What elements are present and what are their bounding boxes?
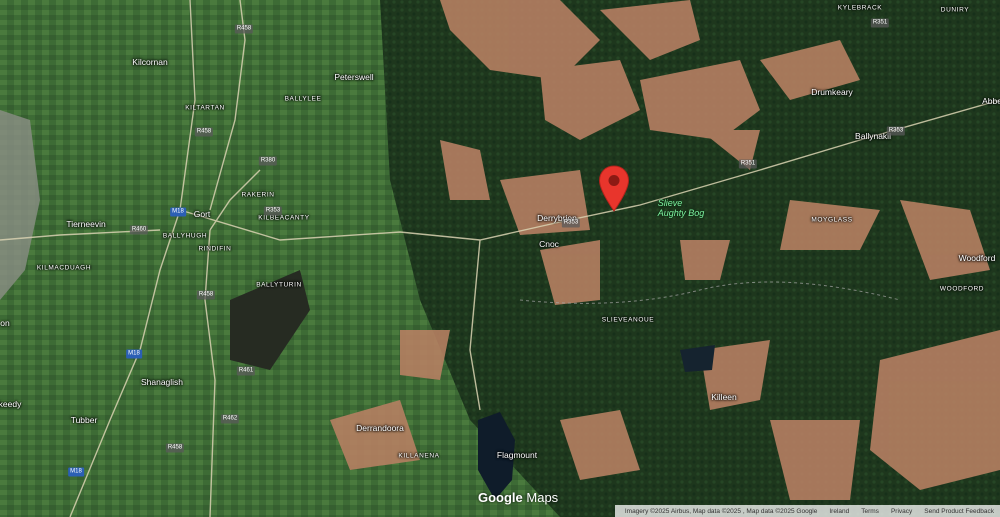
- place-label: SLIEVEANOUE: [601, 316, 655, 324]
- road-shield: R462: [220, 414, 240, 424]
- imagery-attribution: Imagery ©2025 Airbus, Map data ©2025 , M…: [624, 507, 818, 515]
- place-label: RINDIFIN: [198, 245, 232, 253]
- send-feedback-link[interactable]: Send Product Feedback: [918, 508, 1000, 515]
- place-label: RAKERIN: [241, 191, 275, 199]
- road-shield: R458: [165, 443, 185, 453]
- place-label: Cnoc: [539, 239, 559, 249]
- place-label: Peterswell: [334, 72, 374, 82]
- place-label: Killeen: [711, 392, 737, 402]
- privacy-link[interactable]: Privacy: [885, 508, 918, 515]
- motorway-shield: M18: [126, 349, 142, 359]
- road-shield: R353: [263, 206, 283, 216]
- terms-link[interactable]: Terms: [855, 508, 885, 515]
- maps-logo-text: Maps: [522, 490, 559, 505]
- place-label: Woodford: [958, 253, 996, 263]
- place-label: keedy: [0, 399, 22, 409]
- place-label: KILLANENA: [398, 452, 440, 460]
- place-label: KILBEACANTY: [258, 214, 310, 222]
- place-label: BALLYHUGH: [162, 232, 208, 240]
- place-label: Tubber: [70, 415, 98, 425]
- google-maps-logo: Google Maps: [478, 490, 558, 505]
- place-label: Gort: [193, 209, 211, 219]
- place-label: BALLYLEE: [284, 95, 322, 103]
- place-label: Derrandoora: [356, 423, 404, 433]
- bog-label: Slieve: [657, 198, 683, 208]
- country-label: Ireland: [829, 507, 850, 515]
- satellite-terrain[interactable]: [0, 0, 1000, 517]
- road-shield: R458: [194, 127, 214, 137]
- place-label: Shanaglish: [140, 377, 184, 387]
- place-label: DUNIRY: [940, 6, 970, 14]
- place-label: Flagmount: [496, 450, 538, 460]
- satellite-map[interactable]: Kilcornan Peterswell KILTARTAN BALLYLEE …: [0, 0, 1000, 517]
- place-label: KILMACDUAGH: [36, 264, 92, 272]
- motorway-shield: M18: [170, 207, 186, 217]
- road-shield: R351: [870, 18, 890, 28]
- road-shield: R351: [738, 159, 758, 169]
- attribution-bar: Imagery ©2025 Airbus, Map data ©2025 , M…: [614, 505, 1000, 517]
- place-label: Ballynakil: [855, 131, 891, 141]
- place-label: Abbe: [982, 96, 1000, 106]
- road-shield: R380: [258, 156, 278, 166]
- place-label: Drumkeary: [811, 87, 853, 97]
- road-shield: R458: [234, 24, 254, 34]
- bog-label: Aughty Bog: [657, 208, 705, 218]
- motorway-shield: M18: [68, 467, 84, 477]
- place-label: MOYGLASS: [811, 216, 853, 224]
- road-shield: R353: [886, 126, 906, 136]
- place-label: KILTARTAN: [185, 104, 225, 112]
- place-label: Kilcornan: [132, 57, 168, 67]
- google-logo-text: Google: [478, 490, 523, 505]
- road-shield: R461: [236, 366, 256, 376]
- place-label: on: [0, 318, 10, 328]
- place-label: Tierneevin: [66, 219, 106, 229]
- road-shield: R458: [196, 290, 216, 300]
- place-label: BALLYTURIN: [256, 281, 302, 289]
- road-shield: R353: [561, 218, 581, 228]
- road-shield: R460: [129, 225, 149, 235]
- place-label: WOODFORD: [939, 285, 985, 293]
- location-pin-icon[interactable]: [598, 165, 630, 213]
- place-label: KYLEBRACK: [837, 4, 883, 12]
